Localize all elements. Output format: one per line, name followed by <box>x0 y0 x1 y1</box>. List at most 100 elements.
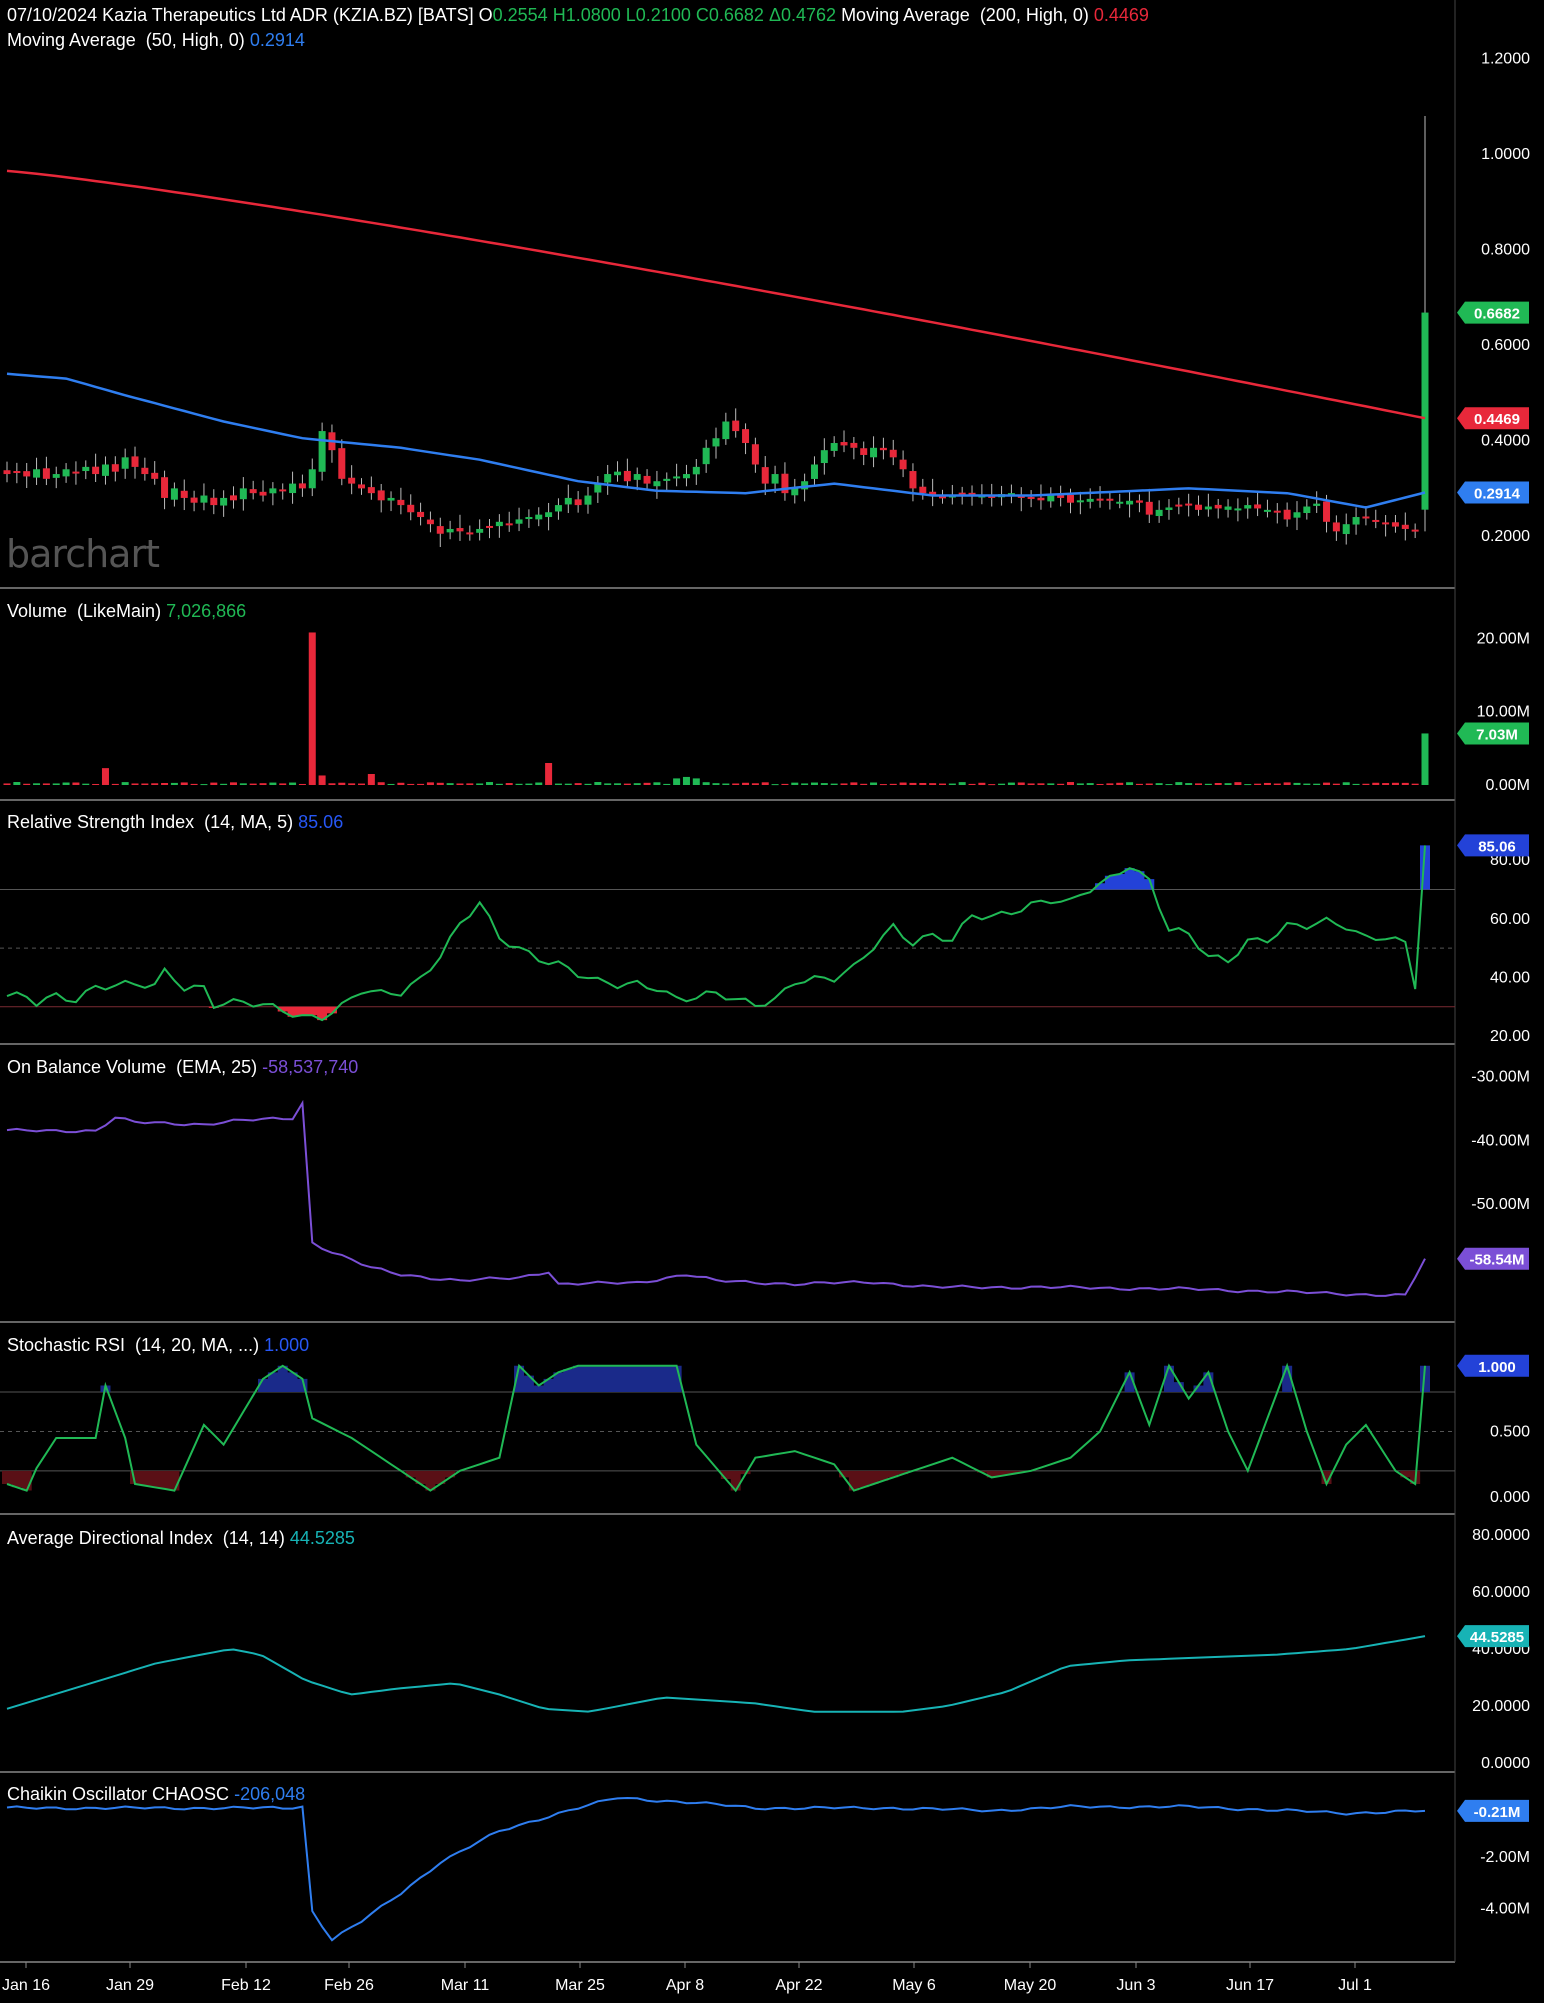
volume-bar <box>131 783 139 785</box>
price-header: 07/10/2024 Kazia Therapeutics Ltd ADR (K… <box>7 5 1149 26</box>
rsi-tick-1: 60.00 <box>1490 911 1530 928</box>
volume-bar <box>1323 782 1331 785</box>
volume-bar <box>525 783 533 785</box>
volume-bar <box>42 783 50 785</box>
adx-tick-4: 0.0000 <box>1481 1755 1530 1772</box>
obv-badge: -58.54M <box>1469 1252 1524 1269</box>
candle <box>1204 506 1212 510</box>
candle <box>13 471 21 474</box>
volume-bar <box>269 782 277 785</box>
x-tick-5: Mar 25 <box>555 1977 605 1994</box>
candle <box>495 521 503 527</box>
volume-bar <box>958 782 966 785</box>
volume-bar <box>702 782 710 785</box>
candle <box>210 497 218 506</box>
candle <box>791 488 799 496</box>
adx-badge: 44.5285 <box>1470 1629 1524 1646</box>
volume-bar <box>495 783 503 785</box>
candle <box>259 491 267 496</box>
candle <box>476 528 484 533</box>
obv-title: On Balance Volume (EMA, 25) <box>7 1057 258 1077</box>
volume-bar <box>1244 784 1252 786</box>
candle <box>1362 516 1370 519</box>
stochrsi-line <box>6 1362 1426 1493</box>
volume-bar <box>801 783 809 785</box>
volume-bar <box>1362 783 1370 785</box>
volume-bar <box>298 783 306 785</box>
candle <box>1244 505 1252 509</box>
volume-bar <box>1332 783 1340 785</box>
volume-tick-0: 20.00M <box>1477 630 1530 647</box>
volume-bar <box>377 782 385 785</box>
candle <box>82 466 90 472</box>
volume-bar <box>220 783 228 785</box>
candle <box>1076 500 1084 503</box>
volume-bar <box>860 783 868 785</box>
volume-bar <box>1135 783 1143 785</box>
volume-bar <box>161 783 169 785</box>
volume-bar <box>732 783 740 785</box>
x-tick-7: Apr 22 <box>775 1977 822 1994</box>
volume-bar <box>200 784 208 786</box>
candle <box>870 447 878 458</box>
volume-bar <box>682 776 690 785</box>
candle <box>604 474 612 483</box>
candle <box>397 499 405 506</box>
volume-bar <box>830 783 838 785</box>
open-label: O <box>478 5 493 25</box>
volume-bar <box>328 783 336 785</box>
volume-bar <box>151 783 159 785</box>
volume-bar <box>1234 782 1242 785</box>
volume-bar <box>1293 782 1301 785</box>
volume-bar <box>505 783 513 785</box>
price-tick-4: 0.4000 <box>1481 433 1530 450</box>
candle <box>111 464 119 472</box>
volume-bar <box>751 783 759 785</box>
adx-header: Average Directional Index (14, 14) 44.52… <box>7 1528 355 1549</box>
high-label: H <box>552 5 566 25</box>
rsi-title: Relative Strength Index (14, MA, 5) <box>7 812 294 832</box>
stochrsi-value: 1.000 <box>264 1335 310 1355</box>
rsi-header: Relative Strength Index (14, MA, 5) 85.0… <box>7 812 343 833</box>
price-tick-2: 0.8000 <box>1481 242 1530 259</box>
candle <box>722 421 730 440</box>
price-tick-1: 1.0000 <box>1481 146 1530 163</box>
volume-bar <box>1126 782 1134 785</box>
candle <box>554 505 562 512</box>
candle <box>249 489 257 494</box>
x-tick-1: Jan 29 <box>106 1977 154 1994</box>
candle <box>1401 524 1409 529</box>
volume-title: Volume (LikeMain) <box>7 601 162 621</box>
volume-bar <box>1391 782 1399 785</box>
ma200-value: 0.4469 <box>1093 5 1149 25</box>
volume-bar <box>1214 782 1222 785</box>
candle <box>486 525 494 528</box>
candle <box>1096 498 1104 501</box>
candle <box>525 517 533 520</box>
obv-line <box>6 1099 1426 1297</box>
volume-bar <box>1382 783 1390 785</box>
volume-bar <box>554 783 562 785</box>
candle <box>1165 507 1173 510</box>
candle <box>1352 517 1360 525</box>
chart-canvas[interactable]: 1.2000 1.0000 0.8000 0.6000 0.4000 0.2000 0.66… <box>0 0 1544 2003</box>
volume-bar <box>1185 783 1193 785</box>
volume-bar <box>1067 782 1074 785</box>
candle <box>505 523 513 526</box>
volume-bar <box>633 783 641 785</box>
volume-bar <box>919 782 927 785</box>
volume-bar <box>190 783 198 785</box>
volume-bar <box>1204 783 1212 785</box>
volume-bar <box>948 783 956 785</box>
ma200-label: Moving Average (200, High, 0) <box>841 5 1089 25</box>
candle <box>1323 501 1331 522</box>
volume-bar <box>33 783 41 785</box>
volume-bar <box>348 783 356 785</box>
stochrsi-title: Stochastic RSI (14, 20, MA, ...) <box>7 1335 260 1355</box>
ma50-header: Moving Average (50, High, 0) 0.2914 <box>7 30 305 51</box>
candle <box>42 468 50 479</box>
candle <box>584 495 592 505</box>
candle <box>771 474 779 484</box>
volume-tick-1: 10.00M <box>1477 704 1530 721</box>
x-tick-10: Jun 3 <box>1116 1977 1155 1994</box>
